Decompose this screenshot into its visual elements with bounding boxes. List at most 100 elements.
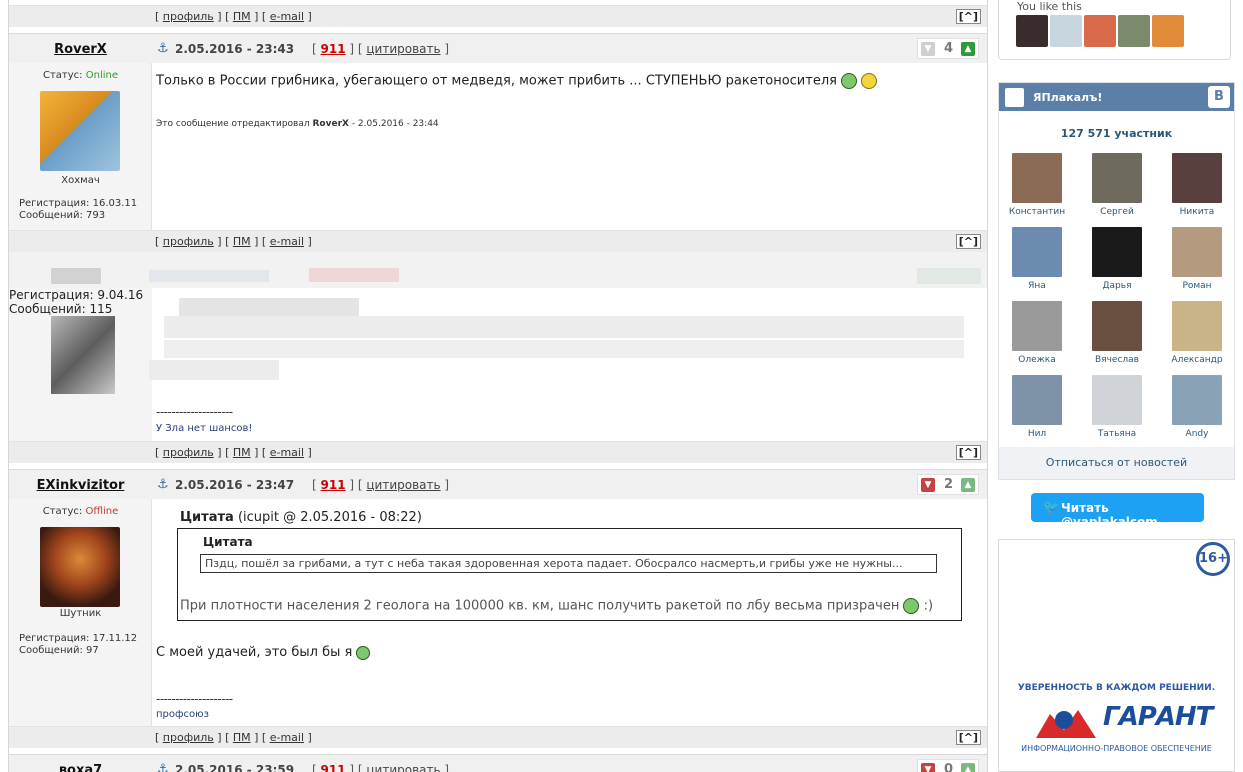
- advertisement-banner[interactable]: 16+ УВЕРЕННОСТЬ В КАЖДОМ РЕШЕНИИ. ГАРАНТ…: [998, 539, 1235, 772]
- scroll-up-button[interactable]: [^]: [955, 9, 981, 24]
- ad-subtitle: ИНФОРМАЦИОННО-ПРАВОВОЕ ОБЕСПЕЧЕНИЕ: [1021, 744, 1212, 753]
- twitter-button-label: Читать @yaplakalcom: [1061, 501, 1158, 529]
- member-name[interactable]: Татьяна: [1082, 429, 1152, 439]
- vk-member[interactable]: Яна: [1002, 227, 1072, 291]
- email-link[interactable]: e-mail: [270, 731, 304, 744]
- quote-block: Цитата Пздц, пошёл за грибами, а тут с н…: [177, 528, 962, 621]
- member-name[interactable]: Никита: [1162, 207, 1232, 217]
- post-number[interactable]: 911: [321, 478, 346, 492]
- vk-member[interactable]: Никита: [1162, 153, 1232, 217]
- anchor-icon[interactable]: ⚓: [157, 41, 169, 56]
- post-date: 2.05.2016 - 23:43: [175, 42, 295, 56]
- member-avatar[interactable]: [1092, 227, 1142, 277]
- thumbs-down-icon[interactable]: ▼: [921, 763, 935, 772]
- author-name[interactable]: воха7: [9, 763, 152, 772]
- author-name[interactable]: RoverX: [9, 42, 152, 57]
- right-sidebar: You like this ЯПлакалъ! B 127 571 участн…: [996, 0, 1243, 772]
- pm-link[interactable]: ПМ: [233, 10, 251, 23]
- member-name[interactable]: Andy: [1162, 429, 1232, 439]
- profile-link[interactable]: профиль: [163, 446, 214, 459]
- post-number-area: [ 911 ] [ цитировать ]: [312, 763, 449, 772]
- member-avatar[interactable]: [1012, 375, 1062, 425]
- member-avatar[interactable]: [1092, 375, 1142, 425]
- profile-link[interactable]: профиль: [163, 10, 214, 23]
- unsubscribe-link[interactable]: Отписаться от новостей: [999, 447, 1234, 479]
- member-avatar[interactable]: [1172, 301, 1222, 351]
- email-link[interactable]: e-mail: [270, 10, 304, 23]
- pm-link[interactable]: ПМ: [233, 235, 251, 248]
- thumbs-down-icon[interactable]: ▼: [921, 42, 935, 56]
- member-avatar[interactable]: [1092, 301, 1142, 351]
- pm-link[interactable]: ПМ: [233, 731, 251, 744]
- member-avatar[interactable]: [1012, 301, 1062, 351]
- author-name[interactable]: EXinkvizitor: [9, 478, 152, 493]
- avatar[interactable]: [40, 527, 120, 607]
- vk-logo-icon[interactable]: B: [1208, 86, 1230, 108]
- member-avatar[interactable]: [1012, 153, 1062, 203]
- member-name[interactable]: Вячеслав: [1082, 355, 1152, 365]
- vk-member[interactable]: Нил: [1002, 375, 1072, 439]
- member-name[interactable]: Константин: [1002, 207, 1072, 217]
- thumbs-up-icon[interactable]: ▲: [961, 42, 975, 56]
- post-number[interactable]: 911: [321, 763, 346, 772]
- member-avatar[interactable]: [1172, 227, 1222, 277]
- twitter-follow-button[interactable]: 🐦 Читать @yaplakalcom: [1031, 493, 1204, 529]
- post-date: 2.05.2016 - 23:47: [175, 478, 295, 492]
- member-avatar[interactable]: [1172, 375, 1222, 425]
- avatar[interactable]: [40, 91, 120, 171]
- member-avatar[interactable]: [1172, 153, 1222, 203]
- friend-avatar[interactable]: [1152, 15, 1184, 47]
- quote-link[interactable]: цитировать: [366, 763, 440, 772]
- thumbs-down-icon[interactable]: ▼: [921, 478, 935, 492]
- email-link[interactable]: e-mail: [270, 235, 304, 248]
- anchor-icon[interactable]: ⚓: [157, 762, 169, 772]
- member-name[interactable]: Сергей: [1082, 207, 1152, 217]
- member-name[interactable]: Роман: [1162, 281, 1232, 291]
- scroll-up-button[interactable]: [^]: [955, 730, 981, 745]
- member-name[interactable]: Нил: [1002, 429, 1072, 439]
- vk-member[interactable]: Олежка: [1002, 301, 1072, 365]
- quote-link[interactable]: цитировать: [366, 478, 440, 492]
- member-avatar[interactable]: [1012, 227, 1062, 277]
- members-count[interactable]: 127 571 участник: [999, 127, 1234, 140]
- registration-date: Регистрация: 9.04.16: [9, 288, 144, 302]
- friend-avatar[interactable]: [1016, 15, 1048, 47]
- vk-member[interactable]: Сергей: [1082, 153, 1152, 217]
- group-name[interactable]: ЯПлакалъ!: [1033, 91, 1102, 104]
- age-rating-badge: 16+: [1196, 542, 1230, 576]
- vk-member[interactable]: Вячеслав: [1082, 301, 1152, 365]
- post-number[interactable]: 911: [321, 42, 346, 56]
- member-name[interactable]: Дарья: [1082, 281, 1152, 291]
- posts-count: Сообщений: 793: [19, 210, 106, 221]
- vk-member[interactable]: Дарья: [1082, 227, 1152, 291]
- vk-member[interactable]: Роман: [1162, 227, 1232, 291]
- friend-avatar[interactable]: [1118, 15, 1150, 47]
- post-links-bar: [ профиль ] [ ПМ ] [ e-mail ] [^]: [9, 5, 987, 27]
- anchor-icon[interactable]: ⚓: [157, 477, 169, 492]
- post-message: Только в России грибника, убегающего от …: [156, 73, 878, 89]
- scroll-up-button[interactable]: [^]: [955, 234, 981, 249]
- vk-member[interactable]: Татьяна: [1082, 375, 1152, 439]
- posts-count: Сообщений: 97: [19, 645, 99, 656]
- smiley-icon: [861, 73, 878, 89]
- vk-member[interactable]: Александр: [1162, 301, 1232, 365]
- thumbs-up-icon[interactable]: ▲: [961, 478, 975, 492]
- scroll-up-button[interactable]: [^]: [955, 445, 981, 460]
- email-link[interactable]: e-mail: [270, 446, 304, 459]
- thumbs-up-icon[interactable]: ▲: [961, 763, 975, 772]
- member-name[interactable]: Олежка: [1002, 355, 1072, 365]
- profile-link[interactable]: профиль: [163, 235, 214, 248]
- vk-member[interactable]: Andy: [1162, 375, 1232, 439]
- profile-link[interactable]: профиль: [163, 731, 214, 744]
- member-name[interactable]: Яна: [1002, 281, 1072, 291]
- post-links: [ профиль ] [ ПМ ] [ e-mail ]: [155, 446, 312, 459]
- author-sidebar: Статус: Online Хохмач Регистрация: 16.03…: [9, 63, 152, 230]
- quote-link[interactable]: цитировать: [366, 42, 440, 56]
- vk-member[interactable]: Константин: [1002, 153, 1072, 217]
- pm-link[interactable]: ПМ: [233, 446, 251, 459]
- member-name[interactable]: Александр: [1162, 355, 1232, 365]
- friend-avatar[interactable]: [1050, 15, 1082, 47]
- member-avatar[interactable]: [1092, 153, 1142, 203]
- group-logo[interactable]: [1005, 88, 1024, 107]
- friend-avatar[interactable]: [1084, 15, 1116, 47]
